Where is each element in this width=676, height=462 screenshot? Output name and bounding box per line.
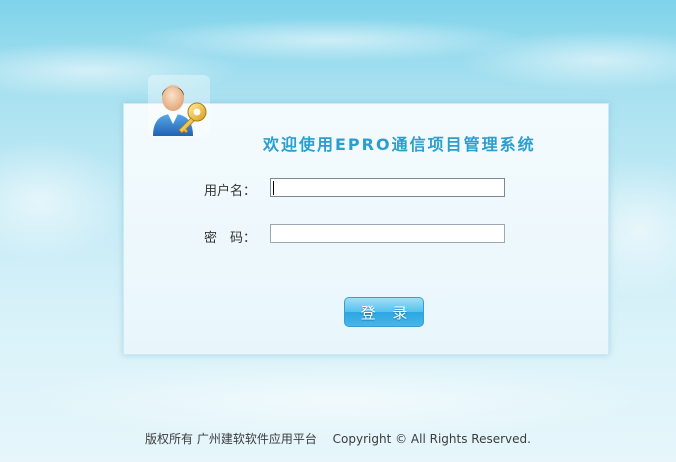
- text-caret: [273, 181, 274, 195]
- footer-owner: 版权所有 广州建软软件应用平台: [145, 432, 317, 446]
- system-title: 欢迎使用EPRO通信项目管理系统: [263, 135, 536, 154]
- login-button[interactable]: 登 录: [344, 297, 424, 327]
- password-label: 密 码：: [204, 231, 257, 246]
- footer-copyright: Copyright © All Rights Reserved.: [332, 432, 531, 446]
- username-label: 用户名：: [204, 184, 257, 199]
- user-key-icon: [148, 75, 210, 137]
- username-input[interactable]: [270, 178, 505, 197]
- password-input[interactable]: [270, 224, 505, 243]
- footer: 版权所有 广州建软软件应用平台 Copyright © All Rights R…: [0, 430, 676, 447]
